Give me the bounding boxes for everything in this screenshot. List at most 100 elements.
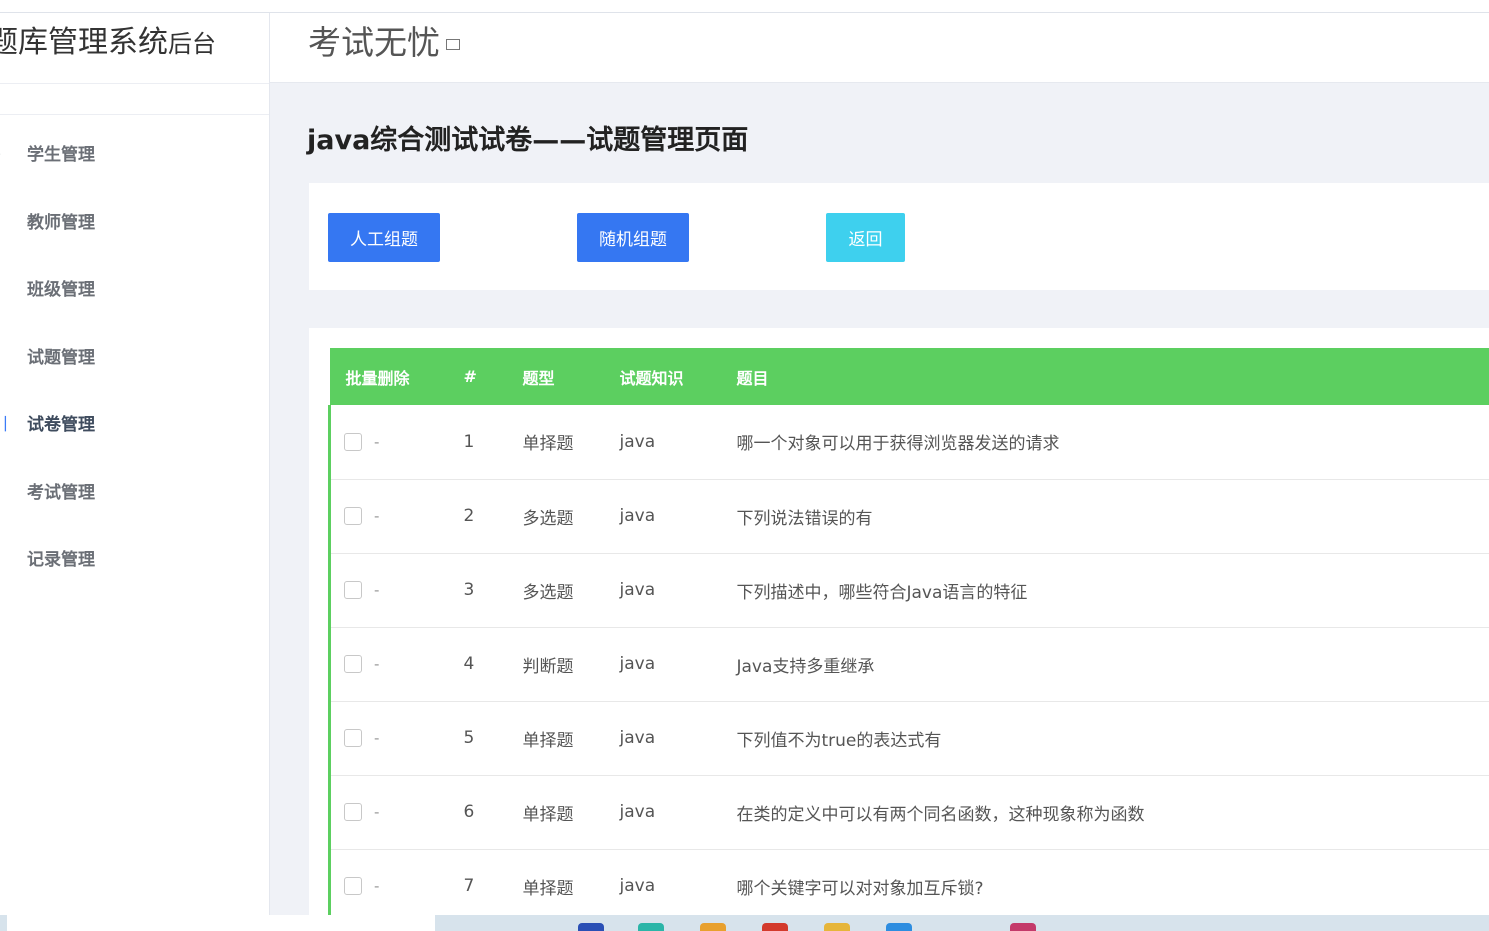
header-type: 题型 [522, 368, 555, 388]
row-question: 哪一个对象可以用于获得浏览器发送的请求 [720, 405, 1489, 480]
sidebar-item-label: 试卷管理 [27, 415, 95, 435]
row-dash: - [374, 655, 380, 673]
edit-icon: ˯ [0, 346, 10, 370]
top-window-strip [0, 0, 1489, 13]
record-icon: ˰ [0, 548, 10, 572]
row-knowledge: java [603, 701, 721, 776]
taskbar-app-icon[interactable] [700, 923, 726, 931]
row-dash: - [374, 729, 380, 747]
row-select-cell: - [328, 701, 448, 776]
sidebar-item-label: 记录管理 [27, 550, 95, 570]
row-id: 2 [447, 479, 507, 554]
os-taskbar [0, 915, 1489, 931]
doc-icon: ▏ [0, 282, 6, 297]
row-knowledge: java [603, 627, 721, 702]
taskbar-app-icon[interactable] [638, 923, 664, 931]
paper-icon: ▕ [0, 417, 6, 432]
sidebar: 题库管理系统后台 › 学生管理 · 教师管理 ▏ 班级管理 ˯ 试题管理 ▕ 试… [0, 13, 270, 915]
sidebar-item-label: 班级管理 [27, 280, 95, 300]
questions-table: 批量删除 # 题型 试题知识 题目 - 1 单择题 java 哪一个对象可以用于… [328, 348, 1489, 924]
table-row: - 1 单择题 java 哪一个对象可以用于获得浏览器发送的请求 [328, 405, 1489, 480]
row-select-cell: - [328, 553, 448, 628]
manual-compose-button[interactable]: 人工组题 [328, 213, 440, 262]
brand-title: 题库管理系统后台 [0, 17, 216, 61]
row-question: Java支持多重继承 [720, 627, 1489, 702]
sidebar-item-records[interactable]: ˰ 记录管理 [0, 548, 269, 616]
row-question: 下列值不为true的表达式有 [720, 701, 1489, 776]
row-type: 单择题 [506, 405, 604, 480]
table-row: - 7 单择题 java 哪个关键字可以对对象加互斥锁? [328, 849, 1489, 924]
row-knowledge: java [603, 775, 721, 850]
taskbar-app-icon[interactable] [1010, 923, 1036, 931]
app-title-text: 考试无忧 [308, 23, 440, 62]
row-type: 多选题 [506, 479, 604, 554]
row-type: 单择题 [506, 775, 604, 850]
sidebar-item-questions[interactable]: ˯ 试题管理 [0, 346, 269, 414]
sidebar-item-label: 学生管理 [27, 145, 95, 165]
row-select-cell: - [328, 849, 448, 924]
row-id: 7 [447, 849, 507, 924]
back-button[interactable]: 返回 [826, 213, 905, 262]
top-header: 考试无忧 [270, 13, 1489, 83]
header-number: # [463, 367, 477, 386]
row-type: 多选题 [506, 553, 604, 628]
random-compose-button[interactable]: 随机组题 [577, 213, 689, 262]
taskbar-app-icon[interactable] [578, 923, 604, 931]
table-header-row: 批量删除 # 题型 试题知识 题目 [329, 348, 1489, 405]
row-checkbox[interactable] [344, 803, 362, 821]
app-title: 考试无忧 [308, 16, 460, 64]
sidebar-item-label: 教师管理 [27, 212, 95, 233]
row-dash: - [374, 432, 380, 451]
row-type: 单择题 [506, 849, 604, 924]
sidebar-item-exams[interactable]: ▏ 考试管理 [0, 481, 269, 549]
row-checkbox[interactable] [344, 655, 362, 673]
taskbar-app-icon[interactable] [762, 923, 788, 931]
row-id: 5 [447, 701, 507, 776]
button-panel: 人工组题 随机组题 返回 [309, 183, 1489, 290]
brand: 题库管理系统后台 [0, 13, 269, 84]
row-select-cell: - [328, 405, 448, 480]
exam-icon: ▏ [0, 484, 6, 500]
row-type: 单择题 [506, 701, 604, 776]
row-id: 3 [447, 553, 507, 628]
taskbar-app-icon[interactable] [886, 923, 912, 931]
chevron-icon: › [0, 143, 10, 167]
taskbar-search-box[interactable] [7, 915, 435, 931]
sidebar-item-classes[interactable]: ▏ 班级管理 [0, 278, 269, 346]
header-knowledge: 试题知识 [619, 368, 684, 388]
row-select-cell: - [328, 479, 448, 554]
table-row: - 4 判断题 java Java支持多重继承 [328, 627, 1489, 702]
sidebar-item-papers[interactable]: ▕ 试卷管理 [0, 413, 269, 481]
row-checkbox[interactable] [344, 877, 362, 895]
row-knowledge: java [603, 849, 721, 924]
sidebar-item-label: 考试管理 [27, 482, 95, 503]
row-select-cell: - [328, 775, 448, 850]
sidebar-item-teachers[interactable]: · 教师管理 [0, 211, 269, 279]
row-checkbox[interactable] [344, 729, 362, 747]
row-dash: - [374, 581, 380, 599]
row-knowledge: java [603, 553, 721, 628]
sidebar-divider [0, 84, 269, 115]
row-checkbox[interactable] [344, 507, 362, 525]
row-dash: - [374, 877, 380, 895]
row-select-cell: - [328, 627, 448, 702]
sidebar-menu: › 学生管理 · 教师管理 ▏ 班级管理 ˯ 试题管理 ▕ 试卷管理 ▏ 考试管… [0, 143, 269, 616]
header-batch-delete[interactable]: 批量删除 [330, 348, 448, 405]
table-row: - 2 多选题 java 下列说法错误的有 [328, 479, 1489, 554]
row-type: 判断题 [506, 627, 604, 702]
taskbar-app-icon[interactable] [824, 923, 850, 931]
table-row: - 5 单择题 java 下列值不为true的表达式有 [328, 701, 1489, 776]
row-checkbox[interactable] [344, 581, 362, 599]
sidebar-item-students[interactable]: › 学生管理 [0, 143, 269, 211]
table-row: - 3 多选题 java 下列描述中，哪些符合Java语言的特征 [328, 553, 1489, 628]
row-knowledge: java [603, 405, 721, 480]
broken-image-icon [446, 39, 460, 50]
row-checkbox[interactable] [344, 432, 362, 451]
row-knowledge: java [603, 479, 721, 554]
table-row: - 6 单择题 java 在类的定义中可以有两个同名函数，这种现象称为函数 [328, 775, 1489, 850]
brand-title-sub: 后台 [168, 30, 216, 58]
row-question: 哪个关键字可以对对象加互斥锁? [720, 849, 1489, 924]
row-dash: - [374, 507, 380, 525]
header-question: 题目 [736, 368, 769, 388]
row-id: 1 [447, 405, 507, 480]
